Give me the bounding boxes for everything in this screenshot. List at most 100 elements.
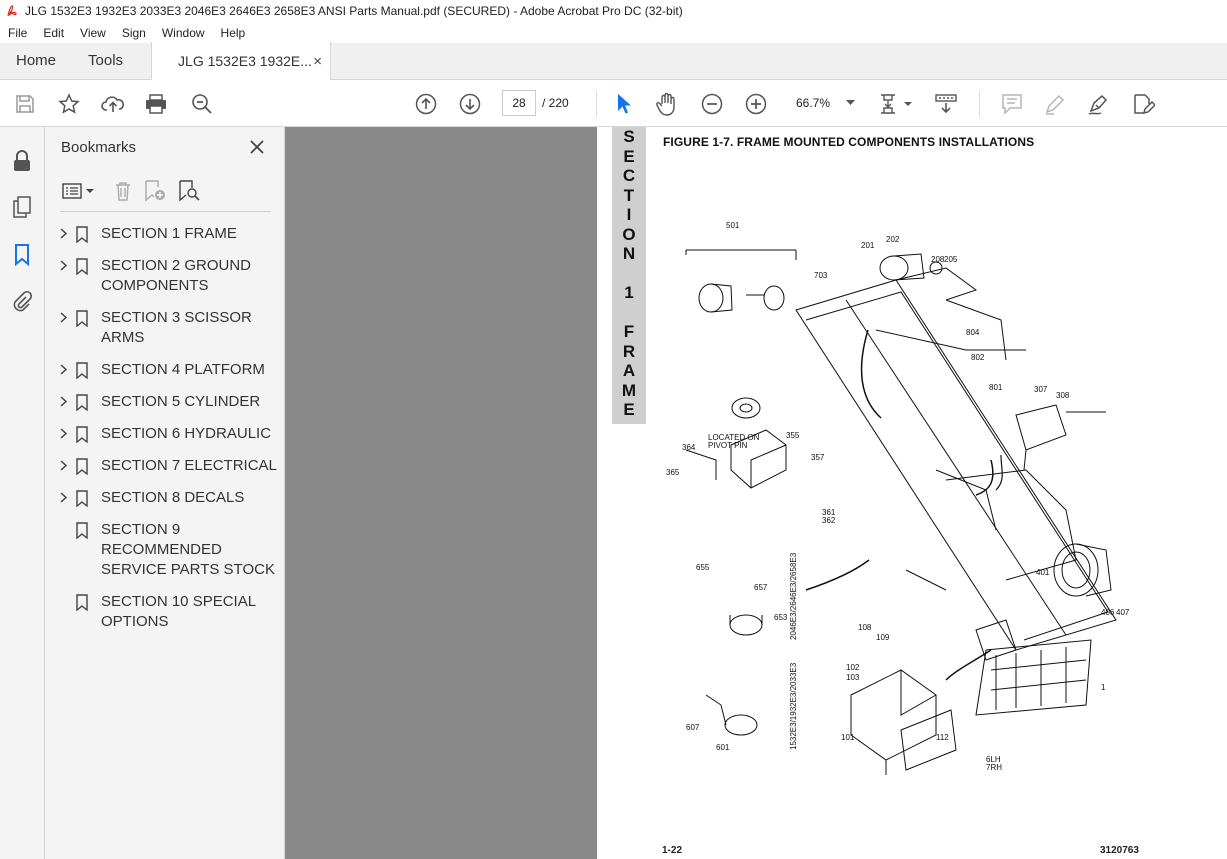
hand-tool-icon[interactable] xyxy=(655,92,679,116)
tab-document-label: JLG 1532E3 1932E... xyxy=(178,53,312,69)
svg-text:108: 108 xyxy=(858,623,872,632)
bookmark-item[interactable]: SECTION 9 RECOMMENDED SERVICE PARTS STOC… xyxy=(55,520,283,580)
print-icon[interactable] xyxy=(144,92,168,116)
export-edit-icon[interactable] xyxy=(1131,92,1155,116)
svg-text:407: 407 xyxy=(1116,608,1130,617)
menu-help[interactable]: Help xyxy=(213,26,254,40)
chevron-right-icon[interactable] xyxy=(55,224,71,244)
bookmark-item[interactable]: SECTION 7 ELECTRICAL xyxy=(55,456,283,476)
section-strip-letter: N xyxy=(622,244,636,263)
svg-text:307: 307 xyxy=(1034,385,1048,394)
bookmark-item[interactable]: SECTION 1 FRAME xyxy=(55,224,283,244)
svg-text:406: 406 xyxy=(1101,608,1115,617)
menu-view[interactable]: View xyxy=(72,26,114,40)
chevron-right-icon[interactable] xyxy=(55,308,71,348)
svg-text:804: 804 xyxy=(966,328,980,337)
bookmark-options-icon[interactable] xyxy=(61,179,97,203)
comment-icon[interactable] xyxy=(1000,92,1024,116)
svg-text:401: 401 xyxy=(1036,568,1050,577)
chevron-right-icon[interactable] xyxy=(55,456,71,476)
zoom-out-icon[interactable] xyxy=(700,92,724,116)
zoom-level-select[interactable]: 66.7% xyxy=(788,90,858,116)
bookmark-item[interactable]: SECTION 2 GROUND COMPONENTS xyxy=(55,256,283,296)
svg-text:364: 364 xyxy=(682,443,696,452)
select-cursor-icon[interactable] xyxy=(612,92,636,116)
bookmark-label: SECTION 7 ELECTRICAL xyxy=(101,457,277,474)
svg-text:657: 657 xyxy=(754,583,768,592)
bookmark-item[interactable]: SECTION 3 SCISSOR ARMS xyxy=(55,308,283,348)
menu-file[interactable]: File xyxy=(0,26,35,40)
svg-text:1: 1 xyxy=(1101,683,1106,692)
page-number-input[interactable]: 28 xyxy=(502,90,536,116)
delete-bookmark-icon[interactable] xyxy=(111,179,135,203)
close-icon[interactable] xyxy=(246,136,268,158)
svg-text:112: 112 xyxy=(936,733,949,742)
tab-close-icon[interactable]: × xyxy=(313,53,322,70)
bookmark-label: SECTION 5 CYLINDER xyxy=(101,393,261,410)
bookmarks-panel-icon[interactable] xyxy=(10,243,34,267)
svg-text:655: 655 xyxy=(696,563,710,572)
section-strip-letter: E xyxy=(623,400,635,419)
bookmark-icon xyxy=(71,424,93,444)
section-strip-letter: R xyxy=(622,341,636,361)
svg-text:103: 103 xyxy=(846,673,860,682)
svg-text:607: 607 xyxy=(686,723,700,732)
bookmark-icon xyxy=(71,392,93,412)
bookmark-item[interactable]: SECTION 8 DECALS xyxy=(55,488,283,508)
upload-cloud-icon[interactable] xyxy=(101,92,125,116)
page-thumbnails-icon[interactable] xyxy=(10,195,34,219)
attachments-paperclip-icon[interactable] xyxy=(10,289,34,313)
toolbar: 28 / 220 66.7% xyxy=(0,81,1227,127)
save-icon[interactable] xyxy=(13,92,37,116)
bookmark-icon xyxy=(71,488,93,508)
scroll-mode-icon[interactable] xyxy=(934,92,958,116)
section-strip-letter: A xyxy=(622,361,636,380)
menu-sign[interactable]: Sign xyxy=(114,26,154,40)
svg-text:208: 208 xyxy=(931,255,945,264)
chevron-right-icon[interactable] xyxy=(55,424,71,444)
svg-text:601: 601 xyxy=(716,743,730,752)
bookmark-star-icon[interactable] xyxy=(57,92,81,116)
highlight-pen-icon[interactable] xyxy=(1043,92,1067,116)
next-page-icon[interactable] xyxy=(458,92,482,116)
sign-pen-icon[interactable] xyxy=(1087,92,1111,116)
chevron-right-icon[interactable] xyxy=(55,256,71,296)
bookmark-item[interactable]: SECTION 5 CYLINDER xyxy=(55,392,283,412)
tab-tools[interactable]: Tools xyxy=(72,42,139,79)
bookmark-label: SECTION 1 FRAME xyxy=(101,225,237,242)
bookmark-icon xyxy=(71,592,93,632)
previous-page-icon[interactable] xyxy=(414,92,438,116)
chevron-right-icon[interactable] xyxy=(55,360,71,380)
chevron-right-icon[interactable] xyxy=(55,488,71,508)
new-bookmark-icon[interactable] xyxy=(143,179,167,203)
svg-text:308: 308 xyxy=(1056,391,1070,400)
svg-text:357: 357 xyxy=(811,453,825,462)
menu-window[interactable]: Window xyxy=(154,26,213,40)
lock-icon[interactable] xyxy=(10,149,34,173)
model-label-a: 2046E3/2646E3/2658E3 xyxy=(789,552,798,640)
page-total: / 220 xyxy=(542,96,569,110)
bookmark-icon xyxy=(71,360,93,380)
section-strip: SECTION1FRAME xyxy=(612,127,646,424)
tab-document[interactable]: JLG 1532E3 1932E... × xyxy=(151,42,332,80)
page-display-icon[interactable] xyxy=(876,92,914,116)
bookmark-icon xyxy=(71,456,93,476)
bookmark-item[interactable]: SECTION 4 PLATFORM xyxy=(55,360,283,380)
tab-home[interactable]: Home xyxy=(0,42,72,79)
section-strip-letter: M xyxy=(621,380,637,400)
svg-text:109: 109 xyxy=(876,633,890,642)
zoom-in-icon[interactable] xyxy=(744,92,768,116)
bookmark-icon xyxy=(71,520,93,580)
bookmark-item[interactable]: SECTION 10 SPECIAL OPTIONS xyxy=(55,592,283,632)
menu-edit[interactable]: Edit xyxy=(35,26,72,40)
chevron-right-icon[interactable] xyxy=(55,392,71,412)
model-label-b: 1532E3/1932E3/2033E3 xyxy=(789,662,798,750)
svg-text:202: 202 xyxy=(886,235,900,244)
bookmark-label: SECTION 4 PLATFORM xyxy=(101,361,265,378)
svg-text:365: 365 xyxy=(666,468,680,477)
bookmark-item[interactable]: SECTION 6 HYDRAULIC xyxy=(55,424,283,444)
bookmark-search-icon[interactable] xyxy=(177,179,201,203)
title-bar: JLG 1532E3 1932E3 2033E3 2046E3 2646E3 2… xyxy=(0,0,1227,22)
zoom-search-icon[interactable] xyxy=(190,92,214,116)
section-strip-letter: 1 xyxy=(624,283,634,302)
